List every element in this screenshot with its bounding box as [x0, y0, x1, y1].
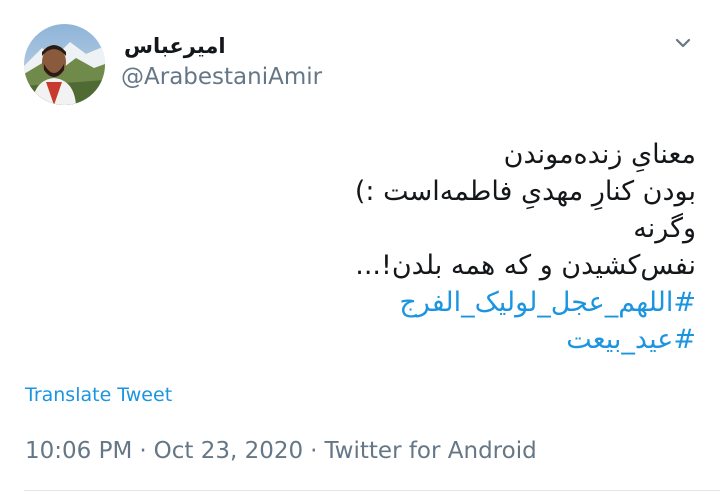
separator-dot: · [310, 438, 318, 464]
tweet-source[interactable]: Twitter for Android [324, 438, 536, 464]
tweet-line: نفس‌کشیدن و که همه بلدن!... [355, 250, 696, 281]
tweet-date[interactable]: Oct 23, 2020 [154, 438, 304, 464]
tweet-line: معنایِ زنده‌موندن [503, 139, 696, 170]
profile-photo-icon [24, 24, 105, 105]
tweet-line: وگرنه [633, 213, 696, 244]
separator-dot: · [139, 438, 147, 464]
hashtag-link[interactable]: #اللهم_عجل_لولیک_الفرج [24, 284, 696, 321]
chevron-down-icon[interactable] [672, 32, 694, 54]
divider [24, 490, 720, 491]
tweet-card: امیرعباس @ArabestaniAmir معنایِ زنده‌مون… [0, 0, 720, 494]
avatar[interactable] [24, 24, 105, 105]
display-name[interactable]: امیرعباس [124, 34, 226, 58]
translate-tweet-link[interactable]: Translate Tweet [25, 384, 172, 406]
tweet-metadata: 10:06 PM · Oct 23, 2020 · Twitter for Androi… [25, 438, 537, 464]
hashtag-link[interactable]: #عید_بیعت [24, 321, 696, 358]
username[interactable]: @ArabestaniAmir [121, 64, 322, 90]
tweet-line: بودن کنارِ مهدیِ فاطمه‌است :) [354, 176, 696, 207]
tweet-text: معنایِ زنده‌موندن بودن کنارِ مهدیِ فاطمه… [24, 136, 696, 358]
tweet-time[interactable]: 10:06 PM [25, 438, 132, 464]
